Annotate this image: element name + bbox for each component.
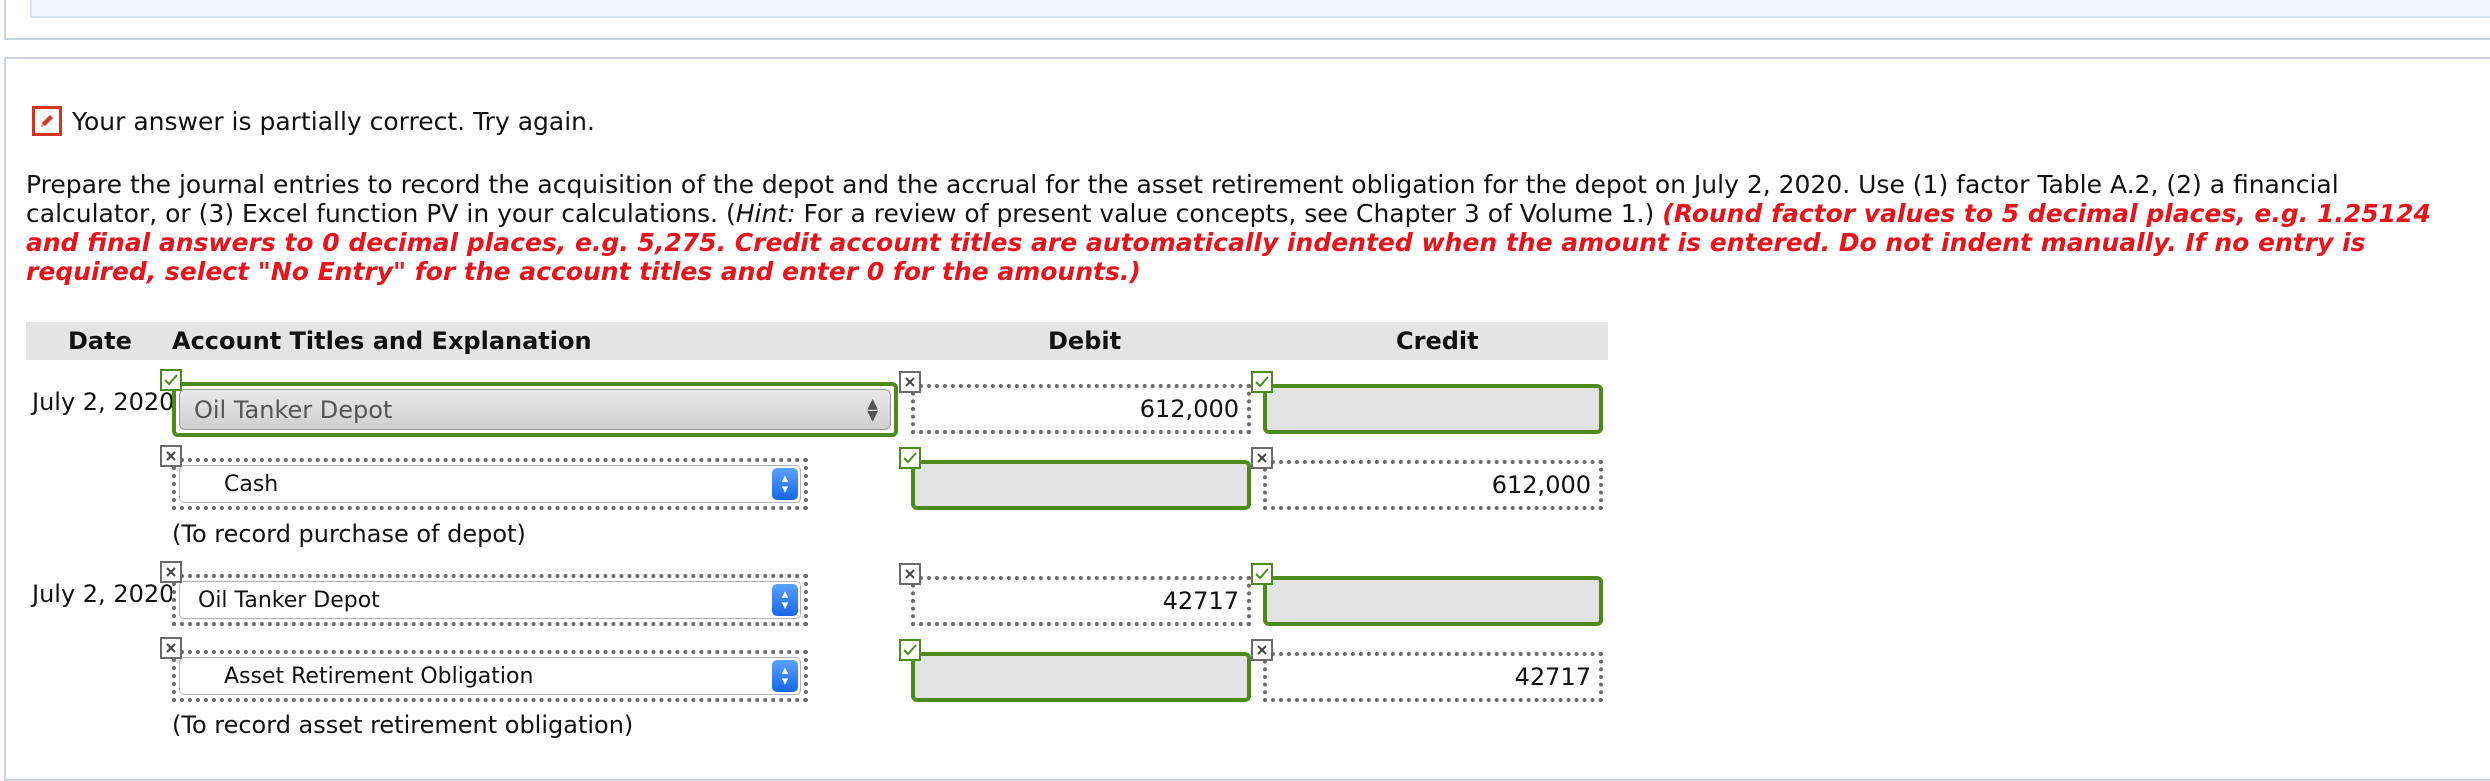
entry-2-date: July 2, 2020 bbox=[32, 580, 175, 608]
entry-1-line-1-credit-input[interactable] bbox=[1263, 384, 1603, 434]
entry-2-line-1-debit-value: 42717 bbox=[1162, 587, 1239, 615]
check-icon bbox=[1251, 371, 1273, 393]
hint-label: Hint: bbox=[735, 199, 796, 228]
x-icon bbox=[899, 563, 921, 585]
entry-2-line-2-account-select[interactable]: Asset Retirement Obligation ▴ ▾ bbox=[172, 650, 808, 702]
check-icon bbox=[1251, 563, 1273, 585]
entry-1-line-1-debit-input[interactable]: 612,000 bbox=[911, 384, 1251, 434]
header-credit: Credit bbox=[1396, 327, 1479, 355]
header-date: Date bbox=[68, 327, 132, 355]
entry-1-line-2-debit-input[interactable] bbox=[911, 460, 1251, 510]
entry-2-line-2-debit-input[interactable] bbox=[911, 652, 1251, 702]
entry-1-line-1-account-text: Oil Tanker Depot bbox=[194, 395, 393, 424]
entry-2-line-1-account-select[interactable]: Oil Tanker Depot ▴ ▾ bbox=[172, 574, 808, 626]
check-icon bbox=[899, 639, 921, 661]
previous-question-panel bbox=[4, 0, 2490, 40]
entry-1-line-1-account-select[interactable]: Oil Tanker Depot ▲ ▼ bbox=[172, 382, 898, 437]
entry-2-line-1-account-text: Oil Tanker Depot bbox=[198, 587, 380, 613]
entry-2-line-2-account-value: Asset Retirement Obligation ▴ ▾ bbox=[179, 657, 801, 695]
chevron-updown-icon: ▴ ▾ bbox=[772, 468, 798, 500]
entry-1-memo: (To record purchase of depot) bbox=[172, 520, 526, 548]
entry-2-memo: (To record asset retirement obligation) bbox=[172, 711, 634, 739]
chevron-updown-icon: ▴ ▾ bbox=[772, 660, 798, 692]
journal-table-header: Date Account Titles and Explanation Debi… bbox=[26, 322, 1608, 360]
entry-2-line-1-debit-input[interactable]: 42717 bbox=[911, 576, 1251, 626]
chevron-updown-icon: ▴ ▾ bbox=[772, 584, 798, 616]
pencil-icon bbox=[32, 106, 62, 136]
question-instructions: Prepare the journal entries to record th… bbox=[26, 170, 2476, 286]
entry-2-line-2-credit-value: 42717 bbox=[1514, 663, 1591, 691]
x-icon bbox=[899, 371, 921, 393]
feedback-row: Your answer is partially correct. Try ag… bbox=[32, 104, 595, 138]
entry-1-line-2-account-select[interactable]: Cash ▴ ▾ bbox=[172, 458, 808, 510]
header-debit: Debit bbox=[1048, 327, 1122, 355]
entry-1-line-2-credit-value: 612,000 bbox=[1491, 471, 1591, 499]
entry-1-line-1-account-value: Oil Tanker Depot ▲ ▼ bbox=[179, 389, 891, 430]
entry-2-line-2-credit-input[interactable]: 42717 bbox=[1263, 652, 1603, 702]
instructions-text-part2: For a review of present value concepts, … bbox=[795, 199, 1663, 228]
check-icon bbox=[899, 447, 921, 469]
chevron-updown-icon: ▲ ▼ bbox=[867, 395, 878, 424]
entry-1-line-2-account-value: Cash ▴ ▾ bbox=[179, 465, 801, 503]
entry-1-line-2-credit-input[interactable]: 612,000 bbox=[1263, 460, 1603, 510]
previous-question-inner bbox=[30, 0, 2490, 18]
x-icon bbox=[160, 637, 182, 659]
x-icon bbox=[160, 445, 182, 467]
entry-2-line-2-account-text: Asset Retirement Obligation bbox=[224, 663, 534, 689]
entry-2-line-1-credit-input[interactable] bbox=[1263, 576, 1603, 626]
entry-2-line-1-account-value: Oil Tanker Depot ▴ ▾ bbox=[179, 581, 801, 619]
x-icon bbox=[1251, 447, 1273, 469]
entry-1-line-1-debit-value: 612,000 bbox=[1139, 395, 1239, 423]
feedback-text: Your answer is partially correct. Try ag… bbox=[72, 106, 595, 136]
x-icon bbox=[1251, 639, 1273, 661]
entry-1-date: July 2, 2020 bbox=[32, 388, 175, 416]
check-icon bbox=[160, 369, 182, 391]
x-icon bbox=[160, 561, 182, 583]
header-account: Account Titles and Explanation bbox=[172, 327, 592, 355]
entry-1-line-2-account-text: Cash bbox=[224, 471, 279, 497]
